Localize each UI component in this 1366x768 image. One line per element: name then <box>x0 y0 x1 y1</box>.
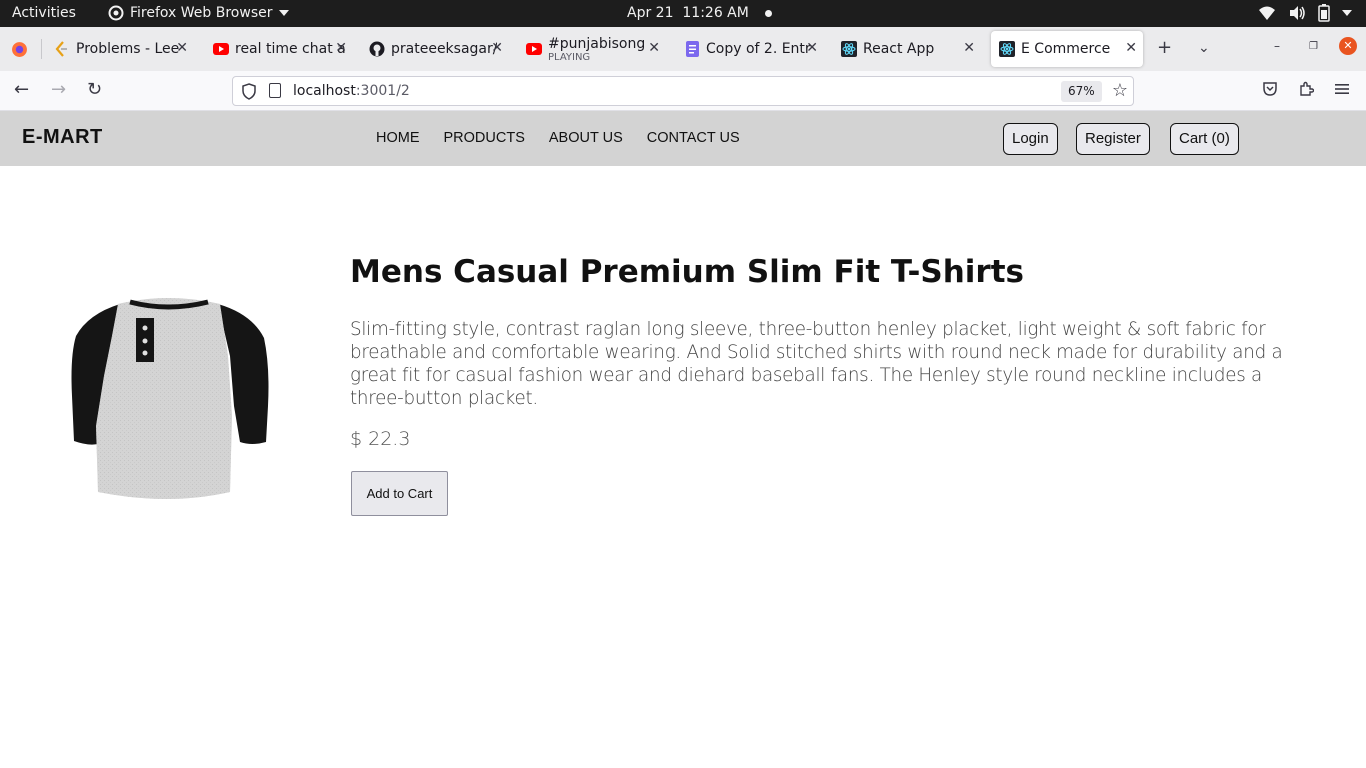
react-icon <box>999 41 1015 57</box>
system-tray[interactable] <box>1258 4 1352 22</box>
zoom-level[interactable]: 67% <box>1061 81 1102 102</box>
close-tab-icon[interactable]: ✕ <box>176 40 188 56</box>
product-image <box>71 298 269 499</box>
app-menu[interactable]: Firefox Web Browser <box>108 5 289 21</box>
firefox-app-icon <box>108 5 124 21</box>
tab-leetcode[interactable]: Problems - Lee ✕ <box>46 31 194 67</box>
activities-button[interactable]: Activities <box>12 5 76 21</box>
close-tab-icon[interactable]: ✕ <box>806 40 818 56</box>
tab-strip: Problems - Lee ✕ real time chat a ✕ prat… <box>0 27 1366 71</box>
wifi-icon <box>1259 6 1275 20</box>
clock[interactable]: Apr 21 11:26 AM <box>627 5 772 21</box>
shield-icon <box>242 83 256 100</box>
clock-date: Apr 21 <box>627 5 674 21</box>
nav-contact-us[interactable]: CONTACT US <box>647 130 740 146</box>
system-top-bar: Activities Firefox Web Browser Apr 21 11… <box>0 0 1366 27</box>
forward-arrow-icon[interactable]: → <box>51 80 66 100</box>
chevron-down-icon <box>278 10 289 16</box>
tab-label: Problems - Lee <box>76 41 180 57</box>
youtube-icon <box>526 41 542 57</box>
react-icon <box>841 41 857 57</box>
tab-e-commerce[interactable]: E Commerce ✕ <box>991 31 1143 67</box>
tab-docs[interactable]: Copy of 2. Entr ✕ <box>676 31 824 67</box>
window-close-icon[interactable]: ✕ <box>1339 37 1357 55</box>
firefox-view-icon[interactable] <box>11 41 28 58</box>
close-tab-icon[interactable]: ✕ <box>648 40 660 56</box>
close-tab-icon[interactable]: ✕ <box>335 40 347 56</box>
nav-toolbar: ← → ↻ localhost:3001/2 67% ☆ <box>0 71 1366 111</box>
main-nav: HOME PRODUCTS ABOUT US CONTACT US <box>376 130 740 146</box>
docs-icon <box>684 41 700 57</box>
list-all-tabs-icon[interactable]: ⌄ <box>1198 39 1210 57</box>
menu-hamburger-icon[interactable] <box>1334 81 1350 97</box>
tab-label: real time chat a <box>235 41 346 57</box>
bookmark-star-icon[interactable]: ☆ <box>1112 80 1128 101</box>
nav-about-us[interactable]: ABOUT US <box>549 130 623 146</box>
close-tab-icon[interactable]: ✕ <box>1125 40 1137 56</box>
tab-label: Copy of 2. Entr <box>706 41 811 57</box>
playing-indicator: PLAYING <box>548 51 591 63</box>
login-button[interactable]: Login <box>1003 123 1058 155</box>
tab-label: prateeeksagar/ <box>391 41 498 57</box>
url-text: localhost:3001/2 <box>293 83 410 99</box>
page-info-icon[interactable] <box>269 83 281 98</box>
close-tab-icon[interactable]: ✕ <box>963 40 975 56</box>
tab-punjabisong[interactable]: #punjabisong PLAYING ✕ <box>518 31 666 67</box>
url-host: localhost <box>293 83 356 99</box>
youtube-icon <box>213 41 229 57</box>
product-title: Mens Casual Premium Slim Fit T-Shirts <box>350 254 1024 290</box>
back-arrow-icon[interactable]: ← <box>14 80 29 100</box>
tab-label: React App <box>863 41 935 57</box>
nav-products[interactable]: PRODUCTS <box>444 130 525 146</box>
tab-separator <box>41 39 42 59</box>
tab-label: #punjabisong PLAYING <box>548 36 645 63</box>
register-button[interactable]: Register <box>1076 123 1150 155</box>
clock-time: 11:26 AM <box>682 5 749 21</box>
volume-icon <box>1290 6 1305 20</box>
nav-home[interactable]: HOME <box>376 130 420 146</box>
battery-icon <box>1318 4 1330 22</box>
notification-dot-icon <box>764 9 772 17</box>
leetcode-icon <box>54 41 70 57</box>
add-to-cart-button[interactable]: Add to Cart <box>351 471 448 516</box>
product-description: Slim-fitting style, contrast raglan long… <box>350 319 1283 409</box>
clock-text: Apr 21 11:26 AM <box>627 5 749 21</box>
site-header: E-MART HOME PRODUCTS ABOUT US CONTACT US… <box>0 111 1366 166</box>
reload-icon[interactable]: ↻ <box>87 80 102 100</box>
tab-youtube-chat[interactable]: real time chat a ✕ <box>205 31 353 67</box>
cart-button[interactable]: Cart (0) <box>1170 123 1239 155</box>
new-tab-icon[interactable]: + <box>1157 39 1172 57</box>
tab-title: #punjabisong <box>548 35 646 52</box>
chevron-down-icon <box>1342 10 1352 16</box>
minimize-icon[interactable]: – <box>1274 39 1280 53</box>
restore-icon[interactable]: ❐ <box>1309 41 1318 52</box>
github-icon <box>369 41 385 57</box>
url-path: :3001/2 <box>355 83 410 99</box>
product-price: $ 22.3 <box>350 428 411 450</box>
close-tab-icon[interactable]: ✕ <box>491 40 503 56</box>
brand-logo[interactable]: E-MART <box>22 126 103 149</box>
pocket-icon[interactable] <box>1262 81 1278 97</box>
tab-react-app[interactable]: React App ✕ <box>833 31 981 67</box>
tab-label: E Commerce <box>1021 41 1111 57</box>
tab-github[interactable]: prateeeksagar/ ✕ <box>361 31 509 67</box>
url-bar[interactable]: localhost:3001/2 67% ☆ <box>232 76 1134 106</box>
extensions-icon[interactable] <box>1298 81 1314 97</box>
app-menu-label: Firefox Web Browser <box>130 5 273 21</box>
